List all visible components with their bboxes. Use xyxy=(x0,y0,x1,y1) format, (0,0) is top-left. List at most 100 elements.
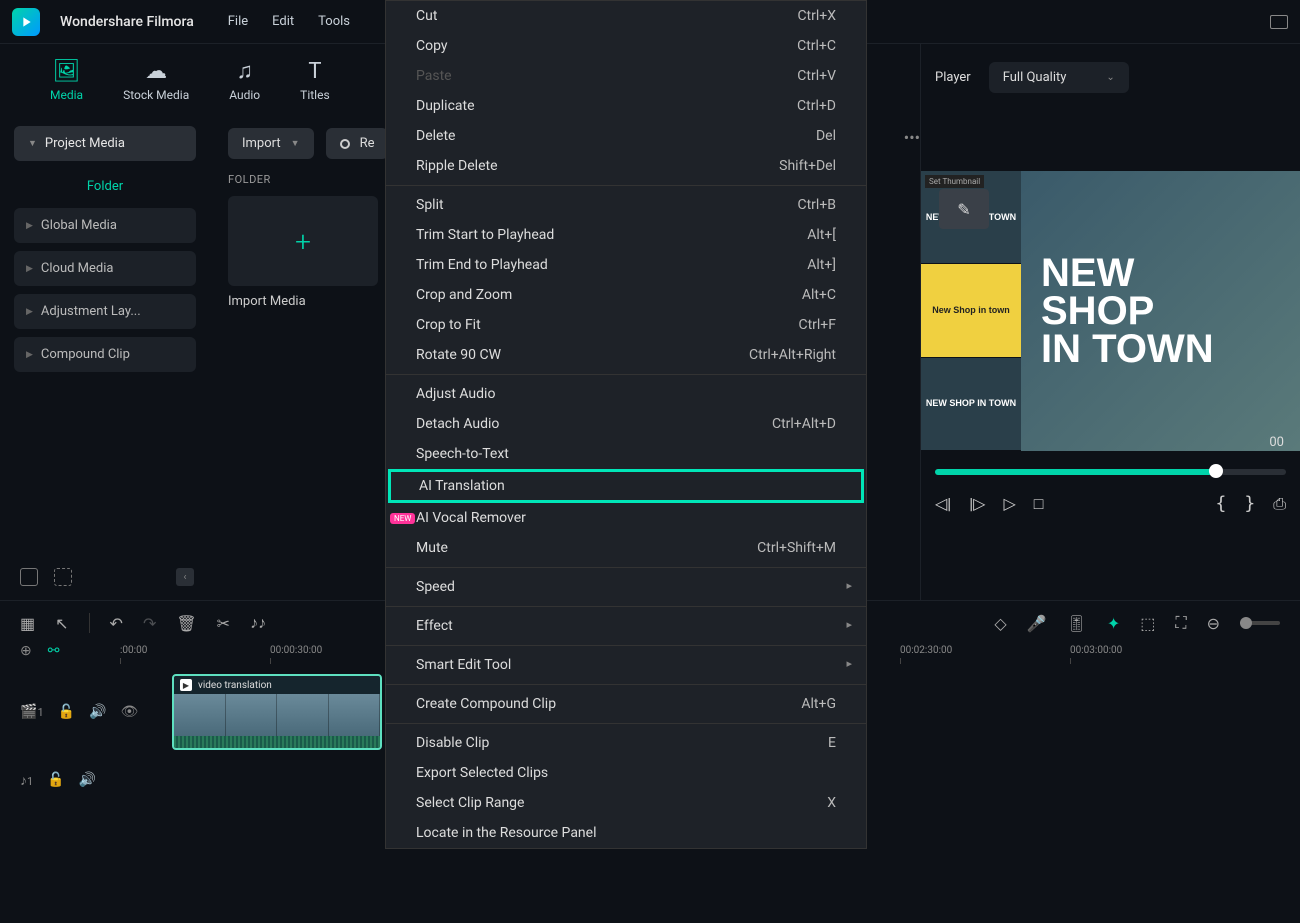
sidebar-item-compound-clip[interactable]: ▶Compound Clip xyxy=(14,337,196,372)
record-button[interactable]: Re xyxy=(326,128,389,159)
sidebar-item-global-media[interactable]: ▶Global Media xyxy=(14,208,196,243)
video-track-icon[interactable]: 🎬1 xyxy=(20,704,44,720)
window-layout-icon[interactable] xyxy=(1270,15,1288,29)
music-tool-icon[interactable]: ♪♪ xyxy=(250,613,266,633)
titles-icon: T xyxy=(308,59,321,84)
context-menu-item[interactable]: DuplicateCtrl+D xyxy=(386,91,866,121)
import-media-tile[interactable]: + xyxy=(228,196,378,286)
project-media-button[interactable]: ▼ Project Media xyxy=(14,126,196,161)
context-menu-item[interactable]: Create Compound ClipAlt+G xyxy=(386,689,866,719)
audio-track-icon[interactable]: ♪1 xyxy=(20,772,33,789)
context-menu-item[interactable]: Crop and ZoomAlt+C xyxy=(386,280,866,310)
player-panel: Player Full Quality ⌄ Set Thumbnail ✎ NE… xyxy=(920,44,1300,600)
clip-play-icon: ▶ xyxy=(180,679,192,691)
chevron-down-icon: ▼ xyxy=(28,138,37,149)
sidebar-item-adjustment-layer[interactable]: ▶Adjustment Lay... xyxy=(14,294,196,329)
context-menu-item[interactable]: SplitCtrl+B xyxy=(386,190,866,220)
context-menu-item[interactable]: Adjust Audio xyxy=(386,379,866,409)
audio-mixer-icon[interactable]: 🎚 xyxy=(1067,614,1087,633)
menu-edit[interactable]: Edit xyxy=(272,14,294,29)
tab-titles[interactable]: T Titles xyxy=(300,59,329,102)
timeline-clip[interactable]: ▶ video translation xyxy=(172,674,382,750)
context-menu-item: PasteCtrl+V xyxy=(386,61,866,91)
cursor-tool-icon[interactable]: ↖ xyxy=(55,614,68,633)
context-menu-item[interactable]: AI Translation xyxy=(388,469,864,503)
video-preview[interactable]: Set Thumbnail ✎ NEW SHOP IN TOWN New Sho… xyxy=(921,171,1300,451)
grid-tool-icon[interactable]: ▦ xyxy=(20,614,35,633)
tab-audio[interactable]: ♫ Audio xyxy=(229,58,260,102)
render-icon[interactable]: ⬚ xyxy=(1140,614,1155,633)
stock-icon: ☁ xyxy=(145,59,167,84)
context-menu-item[interactable]: CutCtrl+X xyxy=(386,1,866,31)
plus-icon: + xyxy=(295,225,311,258)
zoom-slider[interactable] xyxy=(1240,621,1280,625)
prev-frame-button[interactable]: ◁| xyxy=(935,494,951,513)
context-menu-item[interactable]: Export Selected Clips xyxy=(386,758,866,788)
context-menu-item[interactable]: Effect xyxy=(386,611,866,641)
set-thumbnail-label[interactable]: Set Thumbnail xyxy=(925,175,984,188)
chevron-right-icon: ▶ xyxy=(26,264,33,274)
context-menu-item[interactable]: CopyCtrl+C xyxy=(386,31,866,61)
link-icon[interactable]: ⚯ xyxy=(48,643,60,659)
context-menu-item[interactable]: Rotate 90 CWCtrl+Alt+Right xyxy=(386,340,866,370)
preview-title-text: NEW SHOP IN TOWN xyxy=(1041,254,1214,368)
menu-tools[interactable]: Tools xyxy=(318,14,350,29)
zoom-out-icon[interactable]: ⊖ xyxy=(1207,614,1220,633)
context-menu-item[interactable]: Speech-to-Text xyxy=(386,439,866,469)
context-menu-item[interactable]: AI Vocal RemoverNEW xyxy=(386,503,866,533)
mute-icon[interactable]: 🔊 xyxy=(79,772,96,788)
more-icon[interactable]: ••• xyxy=(904,128,920,147)
context-menu-item[interactable]: DeleteDel xyxy=(386,121,866,151)
import-button[interactable]: Import ▼ xyxy=(228,128,314,159)
visibility-icon[interactable]: 👁 xyxy=(121,704,139,720)
tab-media[interactable]: 🖼 Media xyxy=(50,59,83,102)
play-button[interactable]: ▷ xyxy=(1003,494,1015,513)
folder-icon[interactable] xyxy=(54,568,72,586)
context-menu-item[interactable]: Trim Start to PlayheadAlt+[ xyxy=(386,220,866,250)
context-menu-item[interactable]: Trim End to PlayheadAlt+] xyxy=(386,250,866,280)
sidebar-item-cloud-media[interactable]: ▶Cloud Media xyxy=(14,251,196,286)
marker-icon[interactable]: ◇ xyxy=(994,614,1006,633)
lock-icon[interactable]: 🔓 xyxy=(58,704,75,720)
snapshot-button[interactable]: ⎙ xyxy=(1273,494,1286,514)
new-folder-icon[interactable] xyxy=(20,568,38,586)
redo-button[interactable]: ↷ xyxy=(143,614,156,633)
context-menu-item[interactable]: MuteCtrl+Shift+M xyxy=(386,533,866,563)
context-menu-item[interactable]: Speed xyxy=(386,572,866,602)
collapse-sidebar-button[interactable]: ‹ xyxy=(176,568,194,586)
folder-heading: Folder xyxy=(14,171,196,208)
mark-in-button[interactable]: { xyxy=(1216,493,1227,514)
stop-button[interactable]: □ xyxy=(1034,494,1044,514)
app-logo xyxy=(12,8,40,36)
tab-stock-media[interactable]: ☁ Stock Media xyxy=(123,59,189,102)
context-menu-item[interactable]: Select Clip RangeX xyxy=(386,788,866,818)
lock-icon[interactable]: 🔓 xyxy=(47,772,64,788)
player-scrubber[interactable]: 00 xyxy=(935,469,1286,475)
context-menu-item[interactable]: Ripple DeleteShift+Del xyxy=(386,151,866,181)
quality-dropdown[interactable]: Full Quality ⌄ xyxy=(989,62,1129,93)
ai-tool-icon[interactable]: ✦ xyxy=(1107,614,1120,633)
mark-out-button[interactable]: } xyxy=(1244,493,1255,514)
context-menu-item[interactable]: Crop to FitCtrl+F xyxy=(386,310,866,340)
split-tool-icon[interactable]: ✂ xyxy=(217,614,230,633)
context-menu-item[interactable]: Disable ClipE xyxy=(386,728,866,758)
chevron-down-icon: ▼ xyxy=(291,138,300,149)
next-frame-button[interactable]: |▷ xyxy=(969,494,985,513)
context-menu-item[interactable]: Smart Edit Tool xyxy=(386,650,866,680)
chevron-right-icon: ▶ xyxy=(26,350,33,360)
context-menu-item[interactable]: Detach AudioCtrl+Alt+D xyxy=(386,409,866,439)
audio-icon: ♫ xyxy=(236,58,253,84)
chevron-right-icon: ▶ xyxy=(26,221,33,231)
context-menu-item[interactable]: Locate in the Resource Panel xyxy=(386,818,866,848)
add-track-icon[interactable]: ⊕ xyxy=(20,643,32,659)
scrubber-handle[interactable] xyxy=(1209,464,1223,478)
player-label: Player xyxy=(935,70,971,85)
mic-icon[interactable]: 🎤 xyxy=(1027,614,1047,633)
undo-button[interactable]: ↶ xyxy=(110,614,123,633)
fit-icon[interactable]: ⛶ xyxy=(1175,613,1186,633)
edit-icon[interactable]: ✎ xyxy=(939,189,989,229)
time-end: 00 xyxy=(1269,435,1284,450)
menu-file[interactable]: File xyxy=(228,14,248,29)
mute-icon[interactable]: 🔊 xyxy=(89,704,106,720)
delete-button[interactable]: 🗑 xyxy=(176,614,196,633)
